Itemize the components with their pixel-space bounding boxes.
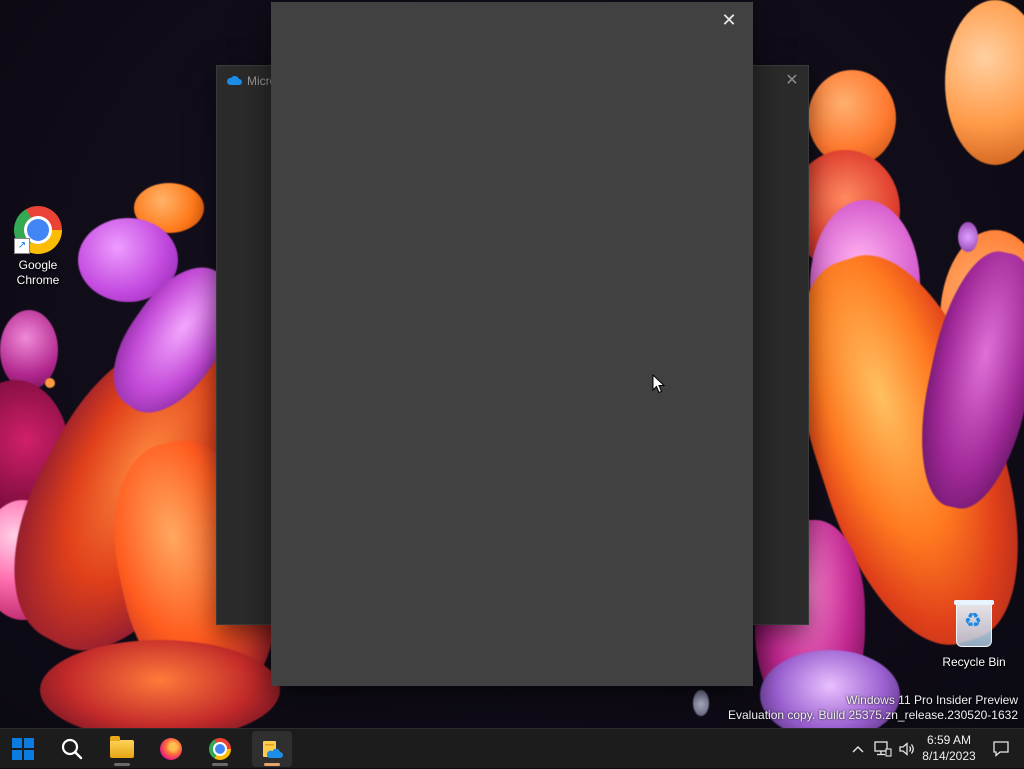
taskbar-clock[interactable]: 6:59 AM 8/14/2023: [918, 732, 980, 764]
network-icon: [874, 741, 892, 757]
firefox-icon: [160, 738, 182, 760]
wallpaper-blob: [45, 378, 55, 388]
desktop-icon-google-chrome[interactable]: ↗ Google Chrome: [0, 206, 76, 288]
dialog-window[interactable]: ✕: [271, 2, 753, 686]
volume-icon: [899, 742, 914, 756]
wallpaper-blob: [958, 222, 978, 252]
folder-icon: [110, 736, 134, 758]
windows-watermark: Windows 11 Pro Insider Preview Evaluatio…: [728, 693, 1018, 723]
close-button[interactable]: ✕: [717, 8, 741, 32]
close-button[interactable]: ✕: [782, 70, 802, 92]
search-icon: [61, 738, 83, 760]
onedrive-cloud-icon: [226, 75, 242, 85]
taskbar-firefox[interactable]: [151, 731, 191, 767]
running-indicator: [212, 763, 228, 766]
desktop-icon-label: Recycle Bin: [942, 655, 1006, 669]
running-indicator: [114, 763, 130, 766]
close-icon: ✕: [785, 72, 799, 89]
chevron-up-icon: [852, 746, 864, 753]
mouse-cursor-icon: [652, 374, 666, 394]
taskbar-chrome[interactable]: [200, 731, 240, 767]
tray-overflow-button[interactable]: [848, 729, 868, 769]
wallpaper-blob: [945, 0, 1024, 165]
notification-button[interactable]: [988, 729, 1014, 769]
chrome-icon: [209, 738, 231, 760]
onedrive-icon: [263, 741, 283, 758]
running-indicator: [264, 763, 280, 766]
taskbar: 6:59 AM 8/14/2023: [0, 728, 1024, 768]
clock-time: 6:59 AM: [926, 733, 972, 747]
tray-volume-button[interactable]: [896, 729, 918, 769]
shortcut-arrow-icon: ↗: [14, 238, 30, 254]
taskbar-search-button[interactable]: [52, 731, 92, 767]
watermark-edition: Windows 11 Pro Insider Preview: [846, 693, 1018, 707]
tray-network-button[interactable]: [872, 729, 894, 769]
taskbar-file-explorer[interactable]: [102, 731, 142, 767]
chrome-icon: ↗: [14, 206, 62, 254]
windows-start-icon: [12, 738, 34, 760]
desktop-icon-recycle-bin[interactable]: ♻ Recycle Bin: [936, 600, 1012, 670]
watermark-build: Evaluation copy. Build 25375.zn_release.…: [728, 708, 1018, 722]
taskbar-onedrive[interactable]: [252, 731, 292, 767]
start-button[interactable]: [3, 731, 43, 767]
close-icon: ✕: [721, 10, 737, 30]
notification-icon: [993, 741, 1009, 757]
wallpaper-blob: [693, 690, 709, 716]
clock-date: 8/14/2023: [922, 749, 976, 763]
desktop-icon-label: Google Chrome: [16, 258, 60, 287]
recycle-bin-icon: ♻: [950, 600, 998, 651]
